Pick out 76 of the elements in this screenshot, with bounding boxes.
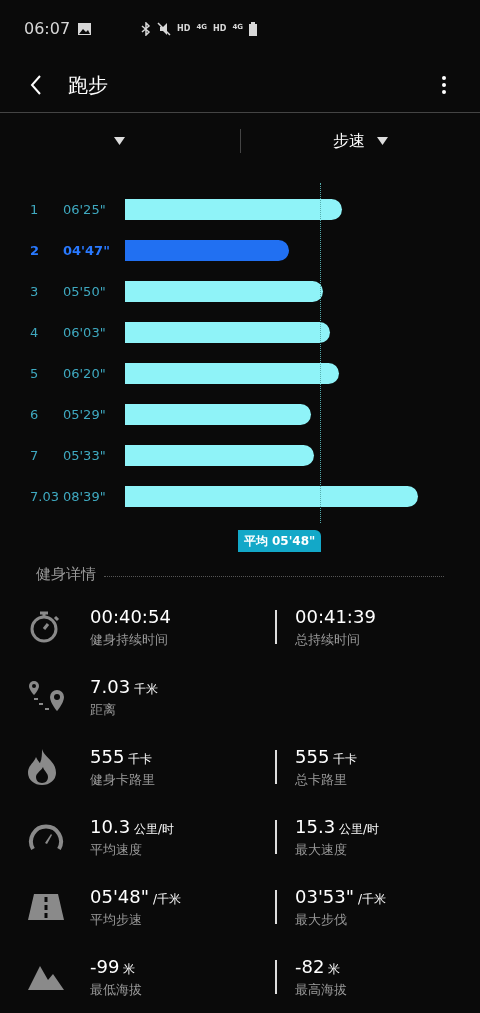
- stat-value: 05'48": [90, 885, 150, 910]
- route-icon: [28, 680, 66, 713]
- pace-bar[interactable]: [125, 281, 324, 302]
- stat-unit: 千卡: [333, 751, 358, 769]
- mute-icon: [157, 22, 172, 36]
- back-icon: [30, 75, 42, 95]
- split-number: 1: [29, 200, 40, 219]
- split-number: 4: [29, 323, 40, 342]
- split-pace: 04'47": [62, 241, 111, 260]
- battery-icon: [249, 22, 258, 36]
- stat-value: 00:40:54: [90, 605, 171, 630]
- road-icon: [28, 893, 64, 920]
- stat-label: 总持续时间: [295, 631, 361, 650]
- dropdown-icon: [114, 137, 126, 145]
- pace-bar[interactable]: [125, 322, 330, 343]
- stat-value: -82: [295, 955, 325, 980]
- bluetooth-icon: [141, 22, 152, 36]
- dropdown-icon: [376, 137, 388, 145]
- metric-dropdown[interactable]: 步速: [332, 129, 388, 153]
- stat-label: 最大速度: [295, 841, 348, 860]
- pace-bar[interactable]: [125, 404, 311, 425]
- split-pace: 05'50": [62, 282, 107, 301]
- status-time: 06:07: [24, 18, 71, 40]
- section-title: 健身详情: [36, 564, 96, 585]
- stat-unit: /千米: [358, 891, 387, 909]
- split-pace: 05'29": [62, 405, 107, 424]
- stat-label: 最大步伐: [295, 911, 348, 930]
- speedometer-icon: [28, 822, 64, 851]
- stat-value: 555: [90, 745, 125, 770]
- average-pace-tag: 平均 05'48": [237, 530, 322, 552]
- stat-unit: /千米: [153, 891, 182, 909]
- stat-label: 最低海拔: [90, 981, 142, 1000]
- split-pace: 06'03": [62, 323, 107, 342]
- pace-bar[interactable]: [125, 199, 343, 220]
- split-pace: 06'20": [62, 364, 107, 383]
- pace-bar[interactable]: [125, 445, 314, 466]
- stat-unit: 米: [123, 961, 136, 979]
- stat-value: 10.3: [90, 815, 131, 840]
- stat-label: 总卡路里: [295, 771, 348, 790]
- stat-value: -99: [90, 955, 120, 980]
- image-icon: [78, 23, 92, 35]
- stat-label: 平均步速: [90, 911, 143, 930]
- split-number: 2: [29, 241, 41, 260]
- stat-value: 7.03: [90, 675, 131, 700]
- stat-value: 00:41:39: [295, 605, 376, 630]
- split-pace: 05'33": [62, 446, 107, 465]
- stat-label: 健身持续时间: [90, 631, 169, 650]
- pace-bar[interactable]: [125, 363, 340, 384]
- stat-value: 03'53": [295, 885, 355, 910]
- stat-unit: 千卡: [128, 751, 153, 769]
- stat-label: 最高海拔: [295, 981, 347, 1000]
- more-icon: [441, 75, 447, 95]
- stat-unit: 公里/时: [339, 821, 380, 839]
- network-indicator: HD: [177, 23, 191, 35]
- stat-unit: 公里/时: [134, 821, 175, 839]
- stopwatch-icon: [28, 609, 62, 644]
- stat-label: 距离: [90, 701, 117, 720]
- pace-bar[interactable]: [125, 486, 418, 507]
- stat-label: 健身卡路里: [90, 771, 155, 790]
- split-pace: 08'39": [62, 487, 107, 506]
- stat-label: 平均速度: [90, 841, 143, 860]
- network-indicator: HD: [213, 23, 227, 35]
- split-number: 3: [29, 282, 40, 301]
- split-number: 7.03: [29, 487, 60, 506]
- pace-bar[interactable]: [125, 240, 289, 261]
- split-pace: 06'25": [62, 200, 107, 219]
- split-number: 6: [29, 405, 40, 424]
- page-title: 跑步: [68, 72, 108, 99]
- split-number: 7: [29, 446, 40, 465]
- metric-dropdown[interactable]: [114, 137, 126, 145]
- stat-unit: 千米: [134, 681, 159, 699]
- stat-unit: 米: [328, 961, 341, 979]
- split-number: 5: [29, 364, 40, 383]
- stat-value: 15.3: [295, 815, 336, 840]
- stat-value: 555: [295, 745, 330, 770]
- flame-icon: [28, 748, 56, 785]
